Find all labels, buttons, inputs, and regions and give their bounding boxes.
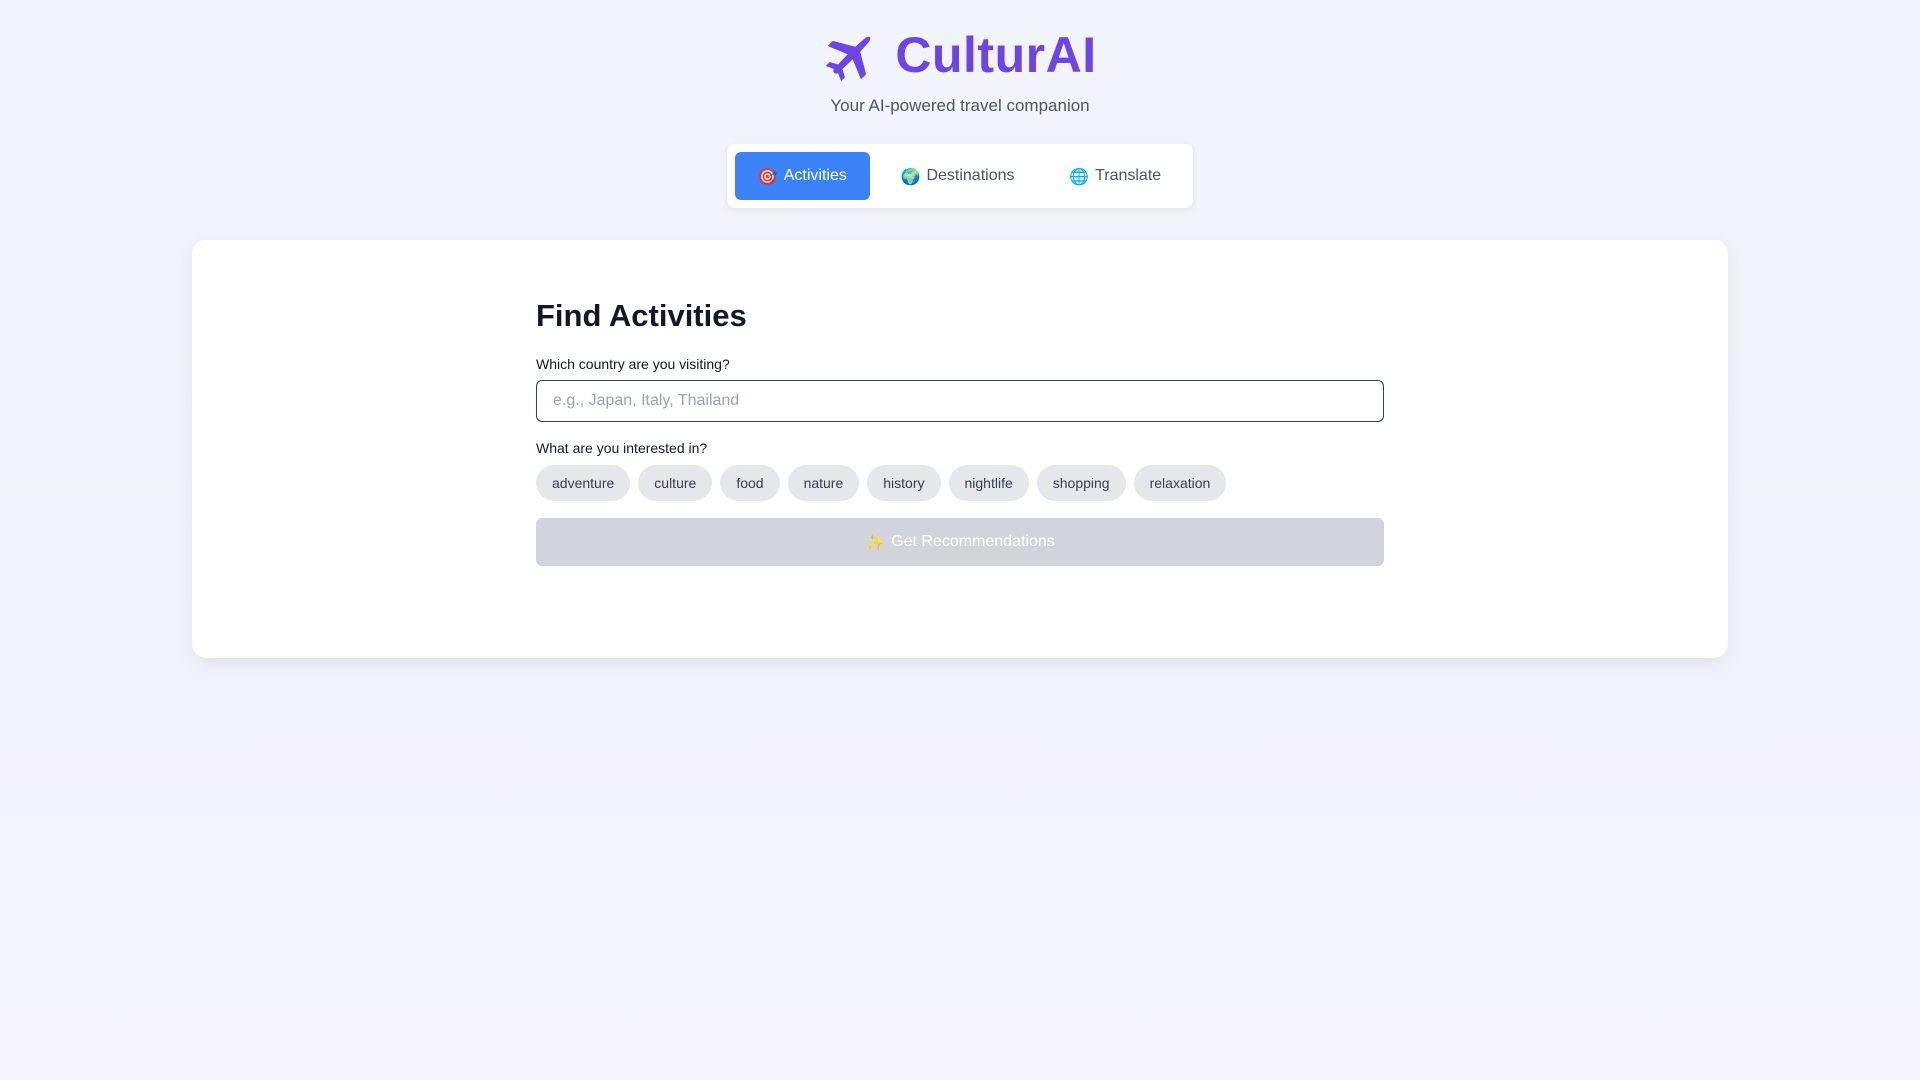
interest-chip-nature[interactable]: nature <box>787 465 860 501</box>
interest-chip-shopping[interactable]: shopping <box>1036 465 1126 501</box>
globe-meridians-icon: 🌐 <box>1069 166 1090 186</box>
interest-chip-culture[interactable]: culture <box>638 465 713 501</box>
get-recommendations-button[interactable]: ✨ Get Recommendations <box>536 518 1384 566</box>
interest-chip-history[interactable]: history <box>867 465 941 501</box>
tab-translate[interactable]: 🌐 Translate <box>1045 152 1185 200</box>
interest-chip-adventure[interactable]: adventure <box>536 465 631 501</box>
target-icon: 🎯 <box>757 166 778 186</box>
sparkles-icon: ✨ <box>865 532 886 552</box>
interest-chip-food[interactable]: food <box>720 465 780 501</box>
interest-chip-nightlife[interactable]: nightlife <box>948 465 1029 501</box>
brand: CulturAI <box>823 22 1096 88</box>
globe-europe-africa-icon: 🌍 <box>900 166 921 186</box>
interest-chip-relaxation[interactable]: relaxation <box>1133 465 1227 501</box>
country-label: Which country are you visiting? <box>536 356 730 372</box>
button-label: Get Recommendations <box>891 533 1055 550</box>
tab-label: Translate <box>1095 167 1162 184</box>
interests-label: What are you interested in? <box>536 440 708 456</box>
app-title: CulturAI <box>895 27 1097 83</box>
activities-card: Find Activities Which country are you vi… <box>192 240 1728 658</box>
tab-destinations[interactable]: 🌍 Destinations <box>870 152 1046 200</box>
interest-chips: adventure culture food nature history ni… <box>536 465 1384 501</box>
airplane-icon <box>823 26 881 84</box>
activities-form: Find Activities Which country are you vi… <box>536 296 1384 566</box>
tagline: Your AI-powered travel companion <box>830 96 1090 115</box>
form-title: Find Activities <box>536 298 747 333</box>
tab-activities[interactable]: 🎯 Activities <box>735 152 870 200</box>
app-header: CulturAI Your AI-powered travel companio… <box>0 22 1920 116</box>
tab-bar: 🎯 Activities 🌍 Destinations 🌐 Translate <box>727 144 1193 208</box>
country-input[interactable] <box>536 380 1384 422</box>
tab-label: Destinations <box>926 167 1015 184</box>
tab-label: Activities <box>783 167 847 184</box>
